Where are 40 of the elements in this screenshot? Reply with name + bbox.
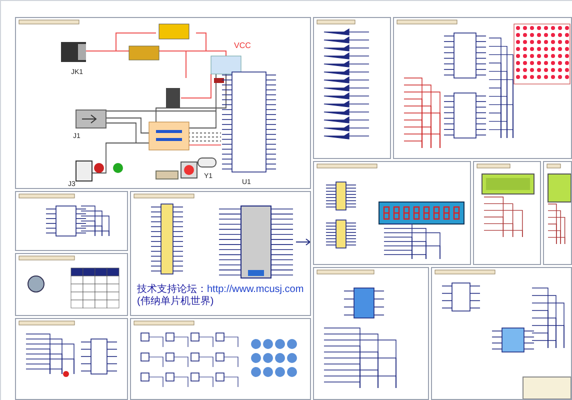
wiring-drawing [26,334,74,374]
info-box [522,376,571,399]
lcd-module-drawing [548,174,571,202]
wiring-drawing [80,206,110,236]
chip-drawing [80,338,118,374]
panel-title-bar [396,20,458,24]
panel-title-bar [18,320,75,326]
chip-drawing [442,282,480,312]
panel-title-bar [546,164,561,168]
potentiometer-icon [28,276,44,292]
panel-title-bar [134,320,194,326]
forum-note: 技术支持论坛：http://www.mcusj.com (伟纳单片机世界) [136,284,305,308]
led-icon [63,371,69,377]
chip-drawing [326,220,356,248]
panel-title-bar [18,20,80,24]
lcd-module-drawing [482,174,534,194]
panel-title-bar [434,270,496,274]
chip-drawing [444,32,486,78]
panel-title-bar [316,270,374,274]
wiring-drawing [384,224,440,260]
table-grid-drawing [70,268,120,308]
panel-title-bar [476,164,510,168]
chip-drawing [46,206,86,236]
net-label: VCC [234,41,251,50]
chip-drawing [492,328,534,352]
wiring-drawing [484,196,523,238]
panel-title-bar [134,194,194,198]
chip-drawing [326,182,356,210]
wiring-drawing [532,288,564,348]
panel-title-bar [18,256,75,260]
panel-title-bar [316,164,378,168]
wiring-drawing [404,78,440,148]
panel-title-bar [316,20,356,24]
keypad-drawing [251,339,297,377]
chip-drawing [150,204,184,274]
chip-drawing [344,288,384,318]
chip-drawing [444,92,486,138]
wiring-drawing [548,204,566,244]
forum-link[interactable]: http://www.mcusj.com [207,284,304,295]
panel-title-bar [18,194,75,198]
